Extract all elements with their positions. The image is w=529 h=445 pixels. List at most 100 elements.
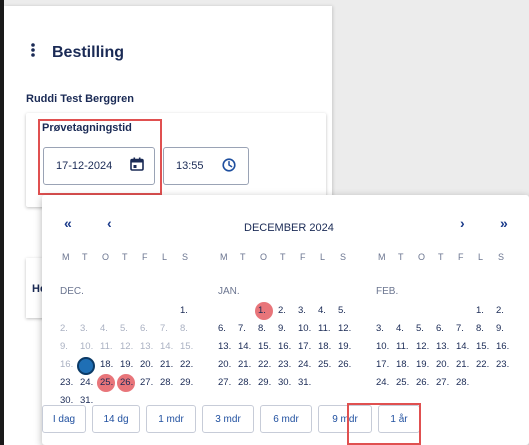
calendar-day[interactable]: 21. — [456, 356, 469, 374]
quick-range-button[interactable]: 3 mdr — [202, 405, 254, 433]
calendar-day[interactable]: 14. — [238, 338, 251, 356]
calendar-day[interactable]: 19. — [338, 338, 351, 356]
quick-range-button[interactable]: 1 mdr — [146, 405, 196, 433]
calendar-day[interactable]: 27. — [218, 374, 231, 392]
calendar-day[interactable]: 24. — [376, 374, 389, 392]
calendar-day[interactable]: 10. — [298, 320, 311, 338]
clock-icon[interactable] — [222, 158, 236, 177]
calendar-day[interactable]: 13. — [436, 338, 449, 356]
calendar-day[interactable]: 22. — [476, 356, 489, 374]
calendar-day[interactable]: 29. — [180, 374, 193, 392]
calendar-day[interactable]: 16. — [60, 356, 73, 374]
calendar-day[interactable]: 3. — [80, 320, 88, 338]
calendar-day[interactable]: 19. — [120, 356, 133, 374]
calendar-day[interactable]: 20. — [436, 356, 449, 374]
calendar-day[interactable]: 15. — [258, 338, 271, 356]
calendar-day[interactable]: 26. — [416, 374, 429, 392]
calendar-day[interactable]: 5. — [416, 320, 424, 338]
prev-month-button[interactable]: ‹ — [107, 215, 112, 231]
calendar-day[interactable]: 8. — [180, 320, 188, 338]
calendar-day[interactable]: 28. — [238, 374, 251, 392]
calendar-day[interactable]: 4. — [318, 302, 326, 320]
calendar-day[interactable]: 18. — [318, 338, 331, 356]
calendar-day[interactable]: 10. — [376, 338, 389, 356]
calendar-day[interactable]: 18. — [396, 356, 409, 374]
calendar-day[interactable]: 17. — [80, 356, 93, 374]
calendar-day[interactable]: 2. — [278, 302, 286, 320]
calendar-day[interactable]: 11. — [396, 338, 409, 356]
calendar-day[interactable]: 5. — [120, 320, 128, 338]
calendar-day[interactable]: 4. — [100, 320, 108, 338]
calendar-day[interactable]: 13. — [140, 338, 153, 356]
calendar-day[interactable]: 17. — [298, 338, 311, 356]
calendar-day[interactable]: 8. — [258, 320, 266, 338]
calendar-day[interactable]: 22. — [258, 356, 271, 374]
calendar-day[interactable]: 15. — [180, 338, 193, 356]
calendar-day[interactable]: 16. — [496, 338, 509, 356]
calendar-day[interactable]: 15. — [476, 338, 489, 356]
time-field[interactable]: 13:55 — [163, 147, 249, 185]
calendar-day[interactable]: 27. — [140, 374, 153, 392]
calendar-day[interactable]: 11. — [318, 320, 331, 338]
calendar-day[interactable]: 2. — [60, 320, 68, 338]
calendar-day[interactable]: 23. — [496, 356, 509, 374]
quick-range-button[interactable]: 6 mdr — [260, 405, 312, 433]
calendar-day[interactable]: 9. — [60, 338, 68, 356]
calendar-day[interactable]: 14. — [456, 338, 469, 356]
calendar-day[interactable]: 25. — [396, 374, 409, 392]
calendar-day[interactable]: 7. — [238, 320, 246, 338]
calendar-day[interactable]: 6. — [140, 320, 148, 338]
calendar-day[interactable]: 7. — [456, 320, 464, 338]
calendar-day[interactable]: 9. — [496, 320, 504, 338]
calendar-day[interactable]: 19. — [416, 356, 429, 374]
calendar-day[interactable]: 17. — [376, 356, 389, 374]
calendar-day[interactable]: 5. — [338, 302, 346, 320]
calendar-day[interactable]: 1. — [476, 302, 484, 320]
calendar-day[interactable]: 12. — [416, 338, 429, 356]
calendar-day[interactable]: 1. — [180, 302, 188, 320]
quick-range-button[interactable]: I dag — [42, 405, 86, 433]
calendar-day[interactable]: 3. — [376, 320, 384, 338]
calendar-day[interactable]: 12. — [338, 320, 351, 338]
calendar-day[interactable]: 21. — [238, 356, 251, 374]
calendar-day[interactable]: 3. — [298, 302, 306, 320]
calendar-day[interactable]: 20. — [140, 356, 153, 374]
calendar-day[interactable]: 31. — [298, 374, 311, 392]
calendar-day[interactable]: 22. — [180, 356, 193, 374]
more-vert-icon[interactable] — [30, 42, 38, 63]
calendar-day[interactable]: 8. — [476, 320, 484, 338]
calendar-day[interactable]: 21. — [160, 356, 173, 374]
calendar-day[interactable]: 6. — [436, 320, 444, 338]
calendar-day[interactable]: 24. — [298, 356, 311, 374]
calendar-day[interactable]: 13. — [218, 338, 231, 356]
calendar-day[interactable]: 14. — [160, 338, 173, 356]
calendar-day[interactable]: 28. — [160, 374, 173, 392]
calendar-day[interactable]: 9. — [278, 320, 286, 338]
calendar-day[interactable]: 29. — [258, 374, 271, 392]
calendar-day[interactable]: 23. — [60, 374, 73, 392]
calendar-day[interactable]: 4. — [396, 320, 404, 338]
next-month-button[interactable]: › — [460, 215, 465, 231]
calendar-day[interactable]: 25. — [318, 356, 331, 374]
quick-range-button[interactable]: 14 dg — [92, 405, 140, 433]
calendar-day[interactable]: 26. — [120, 374, 133, 392]
calendar-day[interactable]: 28. — [456, 374, 469, 392]
calendar-day[interactable]: 2. — [496, 302, 504, 320]
calendar-day[interactable]: 27. — [436, 374, 449, 392]
calendar-day[interactable]: 26. — [338, 356, 351, 374]
calendar-day[interactable]: 1. — [258, 302, 266, 320]
calendar-day[interactable]: 16. — [278, 338, 291, 356]
next-year-button[interactable]: » — [500, 215, 508, 231]
calendar-day[interactable]: 12. — [120, 338, 133, 356]
calendar-day[interactable]: 25. — [100, 374, 113, 392]
calendar-day[interactable]: 23. — [278, 356, 291, 374]
calendar-day[interactable]: 11. — [100, 338, 113, 356]
calendar-day[interactable]: 24. — [80, 374, 93, 392]
calendar-day[interactable]: 30. — [278, 374, 291, 392]
calendar-day[interactable]: 7. — [160, 320, 168, 338]
calendar-day[interactable]: 10. — [80, 338, 93, 356]
calendar-day[interactable]: 18. — [100, 356, 113, 374]
calendar-day[interactable]: 6. — [218, 320, 226, 338]
prev-year-button[interactable]: « — [64, 215, 72, 231]
calendar-day[interactable]: 20. — [218, 356, 231, 374]
